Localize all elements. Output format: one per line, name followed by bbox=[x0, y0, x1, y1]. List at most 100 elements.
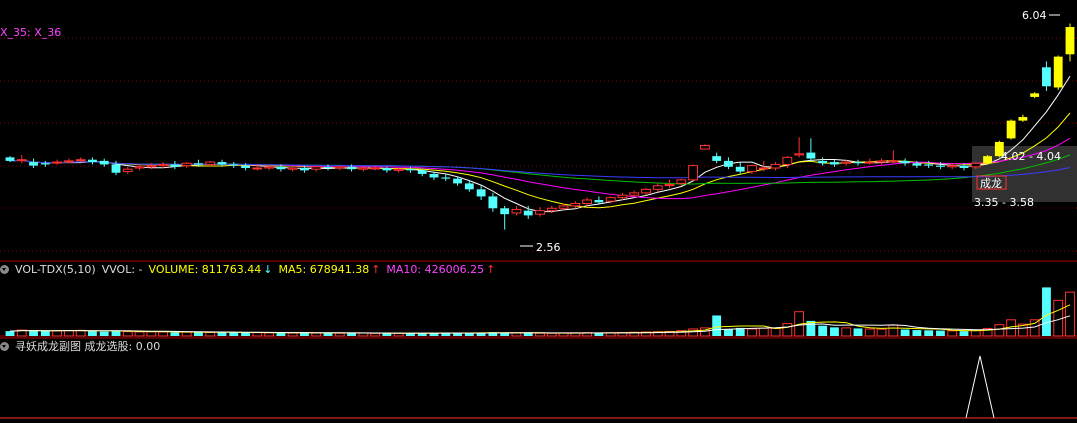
candle-body bbox=[441, 177, 451, 179]
candle bbox=[699, 144, 710, 150]
candle-body bbox=[382, 168, 392, 171]
candle-body bbox=[5, 157, 15, 161]
volume-bar bbox=[924, 330, 934, 336]
volume-bar bbox=[1042, 287, 1051, 336]
candle-body bbox=[1065, 27, 1075, 55]
volume-bar bbox=[111, 330, 121, 336]
candle-body bbox=[1006, 120, 1016, 139]
candle-body bbox=[794, 153, 805, 156]
candle-body bbox=[1053, 56, 1063, 88]
candle-body bbox=[523, 210, 533, 216]
vol-indicator-name[interactable]: VOL-TDX(5,10) bbox=[15, 263, 96, 276]
candle-body bbox=[1018, 117, 1028, 121]
volume-bar bbox=[724, 329, 733, 336]
high-price-label: 6.04 bbox=[1022, 9, 1047, 22]
volume-bar bbox=[300, 332, 309, 336]
candle bbox=[1053, 55, 1063, 90]
candle-body bbox=[511, 208, 522, 214]
volume-bar bbox=[936, 330, 945, 336]
volume-bar bbox=[5, 331, 15, 336]
candle-body bbox=[252, 167, 263, 170]
volume-bar bbox=[241, 332, 250, 336]
volume-bar bbox=[158, 331, 169, 337]
volume-bar bbox=[99, 331, 109, 336]
candle bbox=[983, 154, 992, 165]
candle-body bbox=[652, 185, 663, 190]
volume-bar bbox=[970, 330, 981, 337]
volume-bar bbox=[888, 324, 899, 337]
candle-body bbox=[699, 144, 710, 150]
candle-body bbox=[334, 166, 345, 169]
ma5-value: MA5: 678941.38 ↑ bbox=[278, 263, 381, 276]
candle-body bbox=[29, 162, 38, 166]
candle-body bbox=[570, 203, 581, 207]
candle-body bbox=[500, 208, 510, 215]
candle-body bbox=[287, 167, 298, 170]
candle-body bbox=[747, 165, 757, 173]
candle-body bbox=[1042, 67, 1051, 87]
volume-bar bbox=[194, 332, 203, 336]
volume-bar bbox=[818, 325, 828, 336]
candle-body bbox=[676, 179, 687, 184]
candle-body bbox=[535, 210, 545, 215]
volume-bar bbox=[146, 331, 157, 337]
candle-body bbox=[181, 162, 192, 167]
volume-bar bbox=[63, 330, 74, 337]
candle-body bbox=[712, 156, 722, 161]
candle-body bbox=[205, 161, 216, 165]
signal-panel-title[interactable]: 寻妖成龙副图 成龙选股: 0.00 bbox=[15, 340, 160, 353]
candle-body bbox=[464, 183, 474, 190]
candle-body bbox=[770, 163, 781, 169]
volume-bar bbox=[758, 327, 769, 337]
volume-bar bbox=[1065, 291, 1075, 337]
candle-body bbox=[936, 165, 945, 167]
volume-bar bbox=[52, 330, 63, 337]
volume-bar bbox=[747, 328, 757, 337]
candle-body bbox=[63, 160, 74, 163]
collapse-icon[interactable] bbox=[0, 265, 9, 274]
candle-body bbox=[134, 166, 145, 169]
candle-body bbox=[417, 170, 427, 174]
candle-body bbox=[782, 156, 793, 165]
volume-bar bbox=[523, 333, 533, 336]
candle-body bbox=[735, 166, 745, 172]
candle-body bbox=[558, 205, 569, 209]
candle-body bbox=[429, 173, 439, 178]
candle-body bbox=[476, 189, 486, 197]
candle-body bbox=[924, 164, 934, 166]
volume-bar bbox=[229, 332, 239, 336]
candle-body bbox=[111, 164, 121, 173]
candle bbox=[688, 164, 699, 182]
volume-bar bbox=[264, 332, 275, 337]
candle-body bbox=[217, 162, 227, 165]
candle-body bbox=[300, 168, 309, 171]
volume-header: VOL-TDX(5,10) VVOL: - VOLUME: 811763.44 ↓ MA… bbox=[0, 263, 501, 277]
candle-body bbox=[122, 168, 133, 173]
candle-body bbox=[194, 163, 203, 165]
volume-bar bbox=[853, 328, 863, 336]
candle-body bbox=[347, 166, 356, 170]
candle-body bbox=[688, 165, 699, 181]
collapse-icon[interactable] bbox=[0, 342, 9, 351]
volume-bar bbox=[912, 330, 922, 336]
volume-bar bbox=[841, 327, 852, 337]
candle-body bbox=[664, 184, 675, 187]
candle-body bbox=[617, 194, 628, 199]
candle-body bbox=[1030, 93, 1040, 97]
volume-bar bbox=[370, 332, 381, 337]
candle-body bbox=[806, 152, 816, 159]
candle-body bbox=[170, 164, 180, 167]
volume-bar bbox=[947, 330, 958, 337]
main-legend-text: X_35: X_36 bbox=[0, 26, 62, 39]
volume-bar bbox=[323, 333, 333, 336]
main-legend: X_35: X_36 bbox=[0, 26, 67, 40]
candle-body bbox=[241, 165, 250, 168]
signal-header: 寻妖成龙副图 成龙选股: 0.00 bbox=[0, 340, 166, 354]
candle-body bbox=[370, 167, 381, 170]
candle-body bbox=[818, 160, 828, 164]
candle-body bbox=[841, 161, 852, 164]
volume-bar bbox=[535, 332, 545, 337]
volume-bar bbox=[406, 333, 415, 336]
volume-bar bbox=[40, 330, 50, 336]
volume-bar bbox=[900, 329, 910, 336]
